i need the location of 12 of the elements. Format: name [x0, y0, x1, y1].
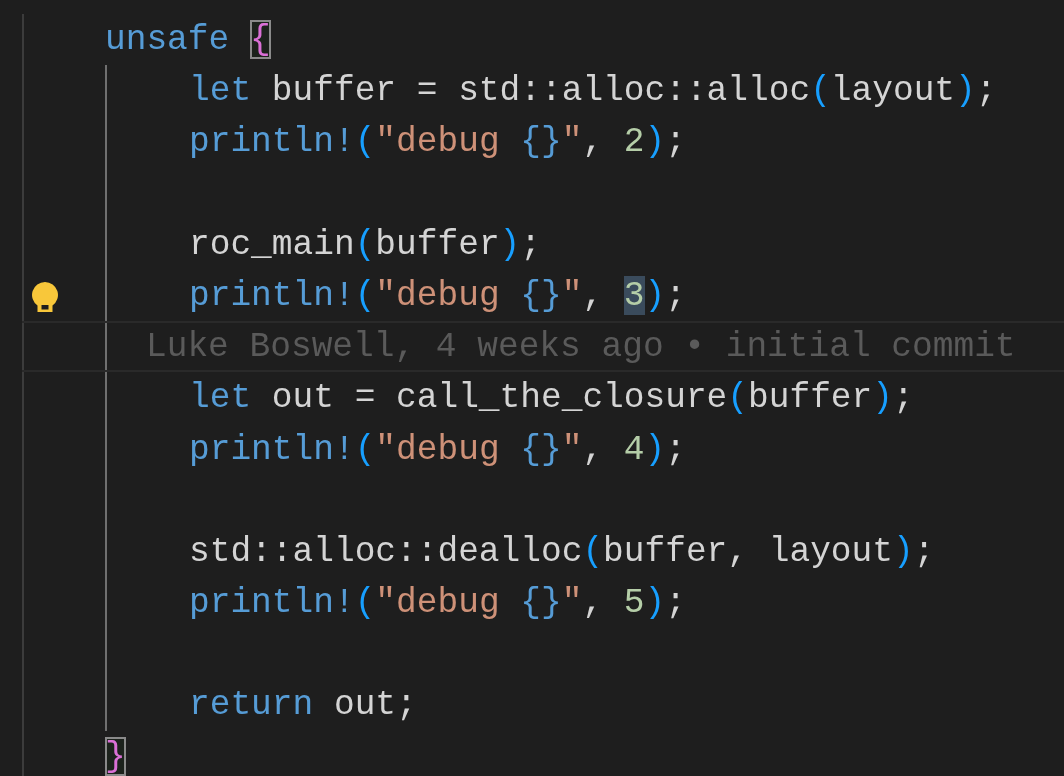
code-line: roc_main(buffer); [189, 223, 542, 266]
code-line: return out; [189, 684, 417, 727]
git-blame-annotation: Luke Boswell, 4 weeks ago • initial commit [146, 327, 1016, 367]
code-line: println!("debug {}", 2); [189, 121, 686, 164]
code-line: let out = call_the_closure(buffer); [189, 377, 914, 420]
code-line: println!("debug {}", 3); [189, 274, 686, 317]
code-line: let buffer = std::alloc::alloc(layout); [189, 70, 997, 113]
code-line: std::alloc::dealloc(buffer, layout); [189, 530, 935, 573]
code-line: println!("debug {}", 4); [189, 428, 686, 471]
code-line: unsafe { [105, 19, 271, 61]
lightbulb-icon[interactable] [30, 280, 60, 313]
code-line: println!("debug {}", 5); [189, 582, 686, 625]
